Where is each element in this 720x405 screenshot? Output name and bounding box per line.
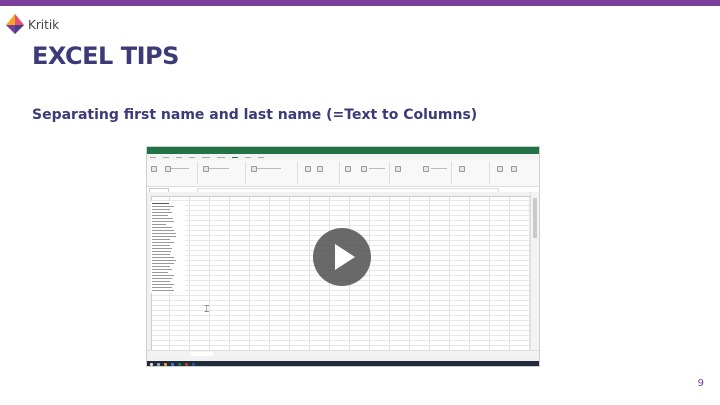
top-accent-bar (0, 0, 720, 6)
slide-title: EXCEL TIPS (32, 42, 179, 70)
kritik-logo-icon (6, 14, 24, 34)
excel-ribbon (147, 160, 539, 187)
play-icon (335, 244, 355, 270)
brand-name: Kritik (28, 18, 60, 32)
page-number: 9 (697, 378, 704, 389)
excel-title-bar (147, 147, 539, 154)
name-column (151, 201, 185, 293)
vertical-scrollbar[interactable] (530, 192, 539, 350)
windows-taskbar (147, 361, 539, 366)
slide-subtitle: Separating first name and last name (=Te… (32, 107, 478, 123)
play-button[interactable] (313, 228, 371, 286)
text-cursor-icon: ⌶ (204, 305, 210, 315)
